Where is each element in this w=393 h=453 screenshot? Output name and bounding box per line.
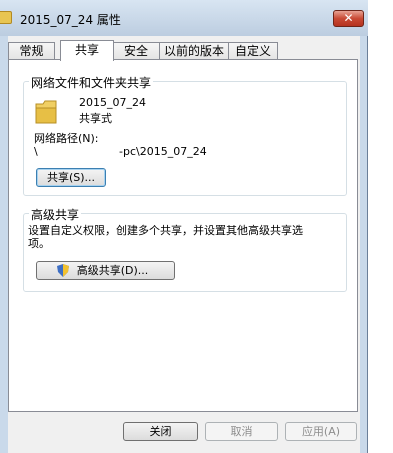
button-bar: 关闭 取消 应用(A)	[8, 412, 360, 453]
network-share-group: 网络文件和文件夹共享 2015_07_24 共享式 网络路径(N): \ -pc…	[23, 74, 347, 196]
shield-icon	[57, 264, 69, 277]
advanced-share-button[interactable]: 高级共享(D)...	[36, 261, 175, 280]
advanced-share-group: 高级共享 设置自定义权限，创建多个共享，并设置其他高级共享选 项。 高级共享(D…	[23, 206, 347, 292]
advanced-share-description-line1: 设置自定义权限，创建多个共享，并设置其他高级共享选	[28, 224, 303, 237]
advanced-share-description-line2: 项。	[28, 237, 50, 250]
network-path-value: -pc\2015_07_24	[119, 145, 207, 158]
folder-name: 2015_07_24	[79, 96, 146, 109]
apply-button[interactable]: 应用(A)	[285, 422, 357, 441]
advanced-share-title: 高级共享	[29, 206, 82, 223]
tab-previous-versions[interactable]: 以前的版本	[159, 42, 229, 60]
folder-icon	[0, 11, 12, 24]
folder-icon	[35, 100, 57, 124]
close-button[interactable]: 关闭	[123, 422, 198, 441]
advanced-share-button-label: 高级共享(D)...	[76, 264, 149, 277]
network-share-title: 网络文件和文件夹共享	[29, 74, 154, 91]
tab-general[interactable]: 常规	[8, 42, 55, 60]
tab-security[interactable]: 安全	[112, 42, 160, 60]
title-bar[interactable]: 2015_07_24 属性 ✕	[0, 0, 368, 36]
tab-sharing[interactable]: 共享	[60, 40, 114, 61]
cancel-button[interactable]: 取消	[205, 422, 278, 441]
close-icon[interactable]: ✕	[333, 10, 364, 27]
tab-strip: 常规 共享 安全 以前的版本 自定义	[8, 40, 360, 61]
sharing-panel: 网络文件和文件夹共享 2015_07_24 共享式 网络路径(N): \ -pc…	[8, 59, 358, 412]
network-path-prefix: \	[34, 145, 38, 158]
share-state: 共享式	[79, 112, 112, 125]
network-path-label: 网络路径(N):	[34, 132, 99, 145]
tab-customize[interactable]: 自定义	[228, 42, 278, 60]
properties-window: 2015_07_24 属性 ✕ 常规 共享 安全 以前的版本 自定义 网络文件和…	[0, 0, 368, 453]
window-title: 2015_07_24 属性	[20, 13, 121, 27]
share-button[interactable]: 共享(S)...	[36, 168, 106, 187]
dialog-body: 常规 共享 安全 以前的版本 自定义 网络文件和文件夹共享 2015_07_24…	[8, 36, 360, 453]
